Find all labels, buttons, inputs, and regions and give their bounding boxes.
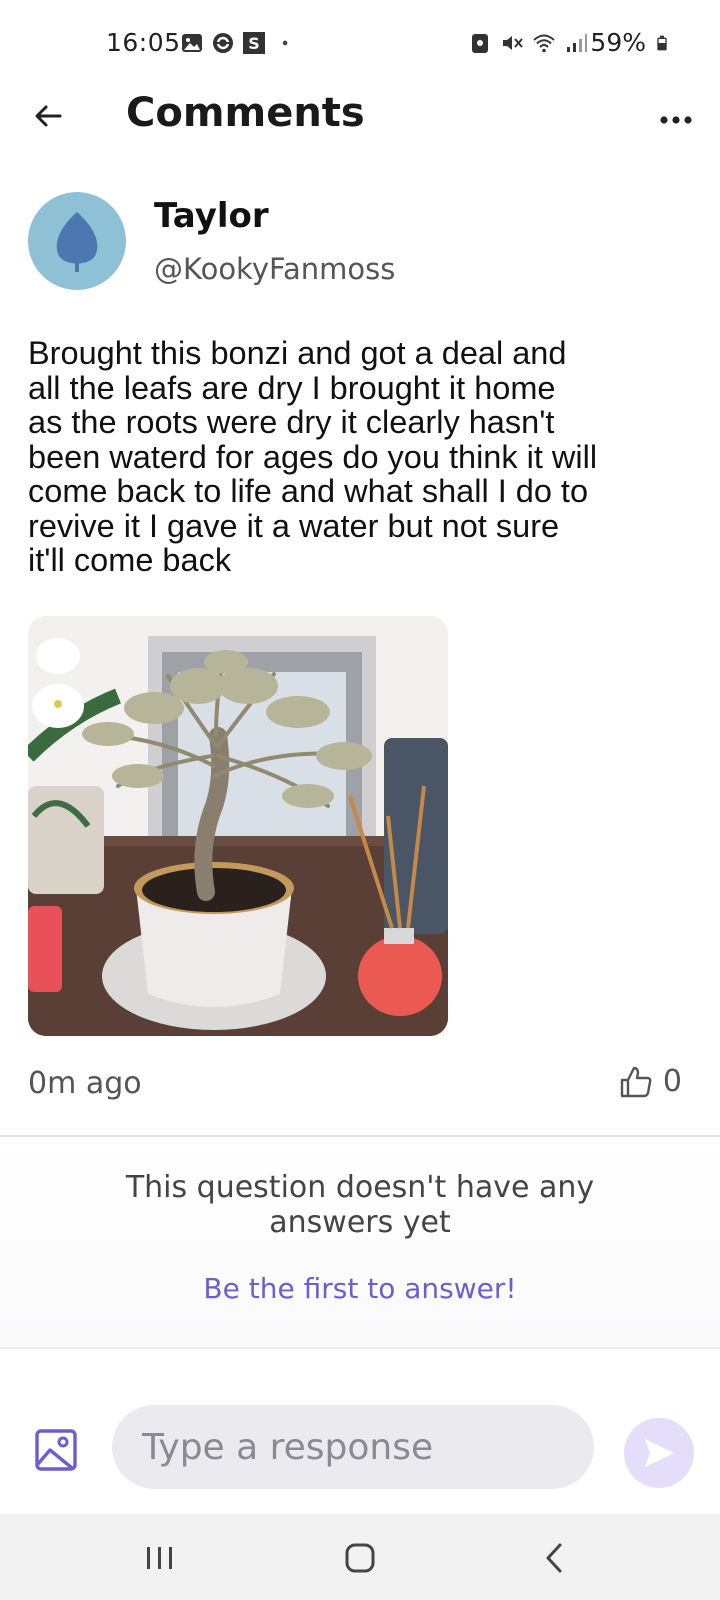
author-name[interactable]: Taylor [154,196,269,236]
recents-icon [147,1547,172,1569]
thumbs-up-icon [620,1066,652,1097]
battery-icon [657,35,667,51]
gallery-icon [182,34,202,52]
answers-empty-state [0,1137,720,1347]
status-time: 16:05 [106,28,181,57]
app-bar: Comments [0,84,720,180]
avatar[interactable] [28,192,126,290]
send-button[interactable] [624,1418,694,1488]
mute-icon [503,36,523,50]
bonsai-photo-graphic [28,616,448,1036]
recents-button[interactable] [136,1534,184,1582]
wifi-icon [533,34,555,53]
like-count: 0 [662,1064,682,1099]
home-button[interactable] [336,1534,384,1582]
back-button[interactable] [26,94,70,138]
svg-text:S: S [248,34,260,53]
dot-icon [282,40,288,46]
nav-back-button[interactable] [530,1534,578,1582]
battery-percentage: 59% [590,28,646,57]
lock-icon [472,34,488,53]
attach-image-button[interactable] [34,1428,78,1472]
s-app-icon: S [243,32,265,54]
home-icon [345,1543,375,1573]
first-answer-link[interactable]: Be the first to answer! [60,1272,660,1305]
signal-icon [567,34,587,52]
page-title: Comments [126,90,365,136]
empty-answers-message: This question doesn't have any answers y… [125,1170,595,1240]
more-dots-icon [660,116,692,124]
sync-icon [213,33,233,53]
arrow-left-icon [35,105,62,127]
more-options-button[interactable] [654,98,698,142]
back-icon [546,1543,562,1573]
leaf-icon [56,212,98,272]
send-icon [645,1439,674,1467]
like-button[interactable]: 0 [619,1064,682,1099]
author-handle[interactable]: @KookyFanmoss [154,252,395,286]
system-nav-bar [0,1514,720,1600]
divider [0,1347,720,1349]
post-text: Brought this bonzi and got a deal and al… [28,335,598,578]
image-icon [35,1429,77,1471]
post-timestamp: 0m ago [28,1066,142,1101]
response-input[interactable] [112,1405,594,1489]
bonsai-photo[interactable] [28,616,448,1036]
status-bar: 16:05 S 59% [0,0,720,84]
